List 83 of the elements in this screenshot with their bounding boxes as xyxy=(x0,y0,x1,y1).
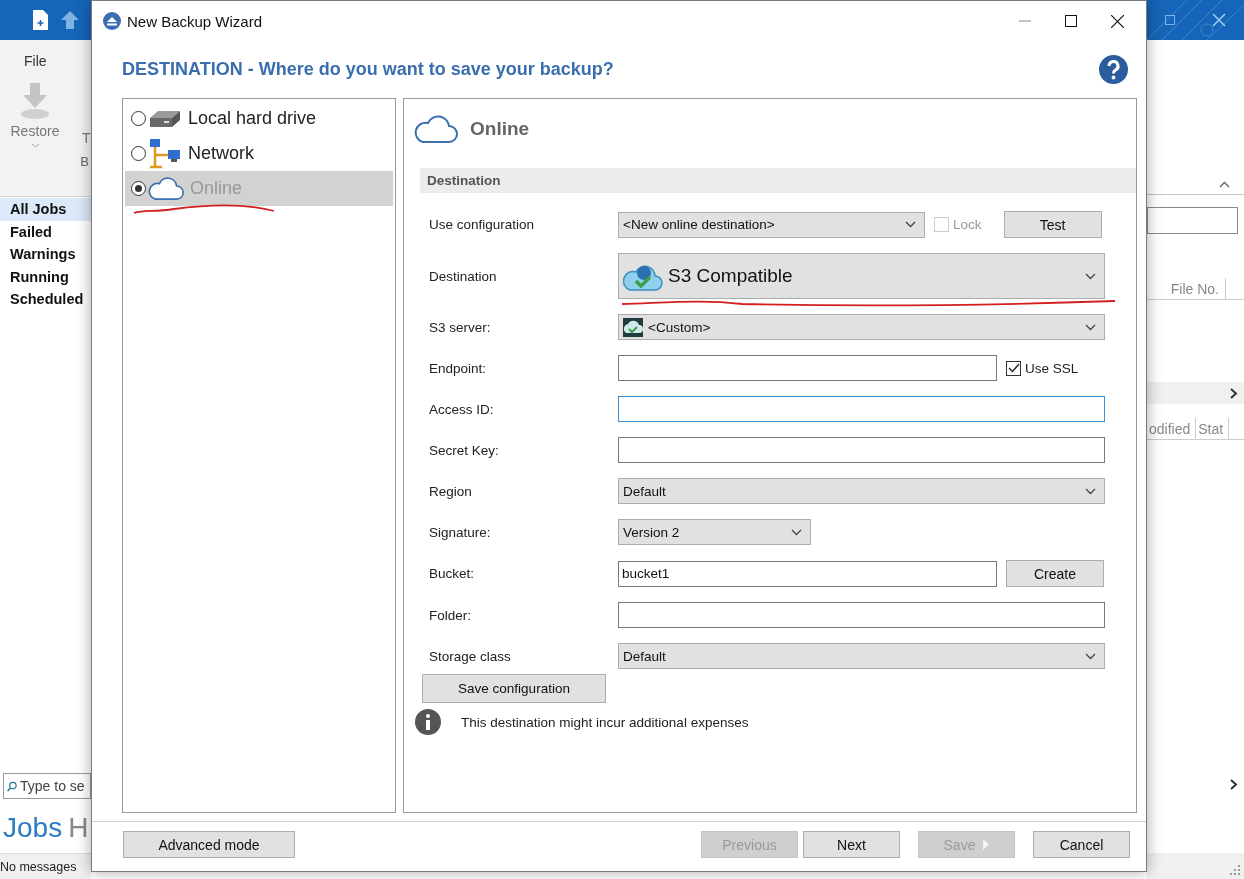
destination-option[interactable]: Network xyxy=(125,136,393,171)
sidebar-item[interactable]: Scheduled xyxy=(0,288,91,311)
chevron-down-icon xyxy=(905,221,916,228)
radio-button[interactable] xyxy=(131,111,146,126)
server-icon xyxy=(623,317,643,337)
restore-button[interactable]: Restore xyxy=(6,83,64,148)
field-label: Bucket: xyxy=(429,566,476,581)
dropdown[interactable]: Default xyxy=(618,478,1105,504)
view-tab[interactable]: Jobs xyxy=(3,812,63,844)
hard-drive-icon xyxy=(148,108,182,129)
field-label: Storage class xyxy=(429,648,512,664)
dropdown[interactable]: Default xyxy=(618,643,1105,669)
field-label: Access ID: xyxy=(429,401,495,417)
scroll-right-icon[interactable] xyxy=(1230,387,1238,399)
cloud-icon xyxy=(414,114,458,144)
section-header: Destination xyxy=(420,168,1136,193)
column-header[interactable]: odified xyxy=(1149,418,1197,439)
save-configuration-button[interactable]: Save configuration xyxy=(422,674,606,703)
resize-grip-icon[interactable] xyxy=(1230,865,1240,875)
field-label: Secret Key: xyxy=(429,442,500,458)
network-icon xyxy=(148,137,182,170)
form-button[interactable]: Test xyxy=(1003,211,1102,238)
play-arrow-icon xyxy=(983,839,990,850)
advanced-mode-button[interactable]: Advanced mode xyxy=(123,831,295,858)
search-field[interactable]: Type to se xyxy=(3,773,91,799)
field-label: Endpoint: xyxy=(429,360,488,376)
input-field[interactable] xyxy=(618,602,1105,628)
status-text: No messages xyxy=(0,853,91,879)
notice-text: This destination might incur additional expenses xyxy=(461,714,749,730)
chevron-down-icon xyxy=(1085,323,1096,331)
view-tab[interactable]: H xyxy=(68,812,89,844)
up-arrow-icon[interactable] xyxy=(60,10,80,30)
dropdown[interactable]: Version 2 xyxy=(618,519,811,545)
scroll-bar[interactable] xyxy=(1147,382,1244,404)
page-heading: DESTINATION - Where do you want to save your backup? xyxy=(122,59,614,80)
field-label: Region xyxy=(429,483,473,499)
input-field[interactable] xyxy=(618,355,997,381)
input-field[interactable] xyxy=(618,437,1105,463)
sidebar-item[interactable]: Warnings xyxy=(0,243,91,266)
chevron-down-icon xyxy=(1085,272,1096,280)
dropdown[interactable]: S3 Compatible xyxy=(618,253,1105,299)
help-icon[interactable] xyxy=(1099,55,1128,84)
input-field[interactable]: bucket1 xyxy=(618,560,997,587)
dropdown[interactable]: <New online destination> xyxy=(618,211,925,238)
chevron-down-icon xyxy=(791,528,802,536)
footer-button[interactable]: Cancel xyxy=(1033,831,1130,858)
sidebar-item[interactable]: Failed xyxy=(0,220,91,243)
sidebar-item[interactable]: All Jobs xyxy=(0,198,91,221)
new-file-icon[interactable] xyxy=(33,10,48,30)
close-icon[interactable] xyxy=(1111,14,1124,28)
checkbox[interactable]: Use SSL xyxy=(1006,360,1079,376)
chevron-down-icon xyxy=(1085,652,1096,660)
column-header[interactable]: File No. xyxy=(1170,278,1226,299)
scroll-right-icon[interactable] xyxy=(1230,778,1238,790)
field-label: Signature: xyxy=(429,524,492,540)
form-button[interactable]: Create xyxy=(1006,560,1104,587)
field-label: Destination xyxy=(429,268,498,284)
caret-icon xyxy=(30,143,40,148)
input-field[interactable] xyxy=(1147,207,1238,234)
window-title: New Backup Wizard xyxy=(127,12,264,30)
ribbon-button[interactable]: T xyxy=(82,130,91,146)
download-icon xyxy=(20,83,50,119)
collapse-caret-icon[interactable] xyxy=(1219,181,1230,188)
app-icon xyxy=(103,12,121,30)
field-label: S3 server: xyxy=(429,319,492,335)
menu-item[interactable]: File xyxy=(24,53,91,75)
info-icon xyxy=(415,709,441,735)
chevron-down-icon xyxy=(1085,487,1096,495)
radio-button[interactable] xyxy=(131,146,146,161)
cloud-icon xyxy=(148,176,184,201)
footer-button[interactable]: Next xyxy=(803,831,900,858)
maximize-icon[interactable] xyxy=(1065,15,1077,27)
radio-button[interactable] xyxy=(131,181,146,196)
field-label: Use configuration xyxy=(429,217,536,232)
sidebar-item[interactable]: Running xyxy=(0,265,91,288)
input-field[interactable] xyxy=(618,396,1105,422)
dropdown[interactable]: <Custom> xyxy=(618,314,1105,340)
panel-title: Online xyxy=(470,118,530,140)
column-header[interactable]: Stat xyxy=(1198,418,1230,439)
destination-option[interactable]: Local hard drive xyxy=(125,101,393,136)
checkbox-box[interactable] xyxy=(1006,360,1021,376)
field-label: Folder: xyxy=(429,607,473,623)
group-label: B xyxy=(80,154,89,169)
